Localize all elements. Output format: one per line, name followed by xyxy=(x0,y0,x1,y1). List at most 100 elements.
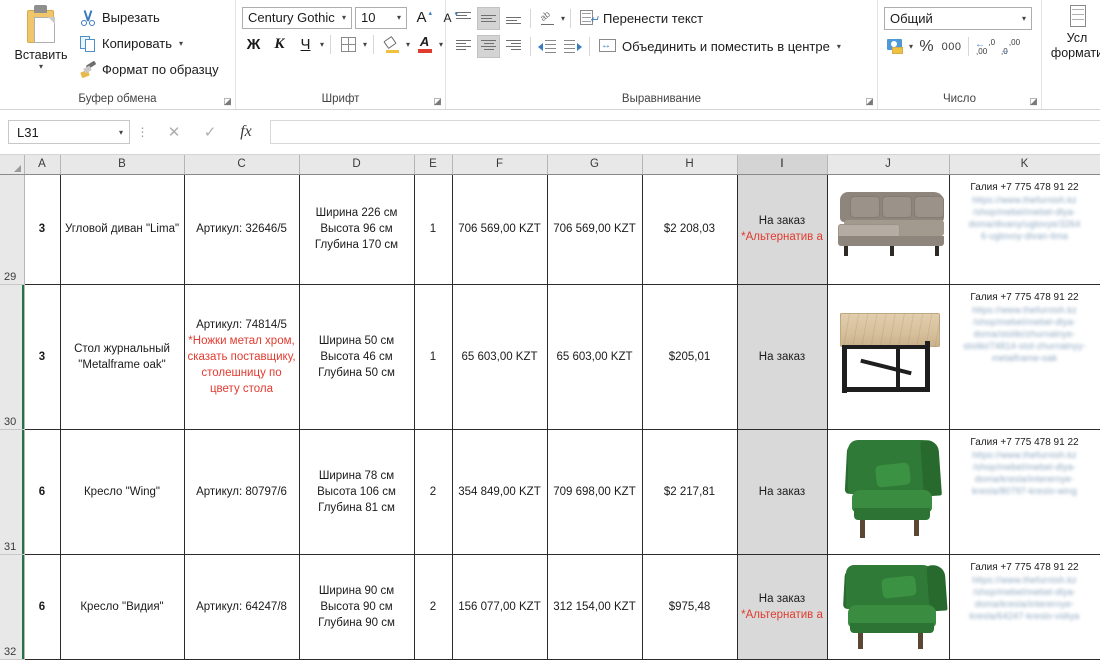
cell-K30[interactable]: Галия +7 775 478 91 22 https://www.thefu… xyxy=(948,283,1100,430)
column-header-J[interactable]: J xyxy=(827,155,950,175)
number-dialog-launcher[interactable]: ◪ xyxy=(1028,96,1039,107)
cell-E30[interactable]: 1 xyxy=(413,283,453,430)
cell-C29[interactable]: Артикул: 32646/5 xyxy=(183,173,300,285)
underline-button[interactable]: Ч xyxy=(294,33,317,56)
increase-decimal-button[interactable]: ,0,00 ← xyxy=(974,35,997,58)
clipboard-dialog-launcher[interactable]: ◪ xyxy=(222,96,233,107)
underline-dropdown-caret[interactable]: ▾ xyxy=(320,40,324,49)
cell-G32[interactable]: 312 154,00 KZT xyxy=(546,553,643,660)
number-format-combo[interactable]: Общий ▾ xyxy=(884,7,1032,30)
product-link-line[interactable]: /shop/mebel/mebel-dlya-doma/kresla/inter… xyxy=(952,586,1098,622)
fill-dropdown-caret[interactable]: ▾ xyxy=(406,40,410,49)
column-header-F[interactable]: F xyxy=(452,155,548,175)
orientation-dropdown-caret[interactable]: ▾ xyxy=(561,14,565,23)
product-link-line[interactable]: 6-uglovoy-divan-lima xyxy=(952,230,1098,242)
comma-format-button[interactable]: 000 xyxy=(940,35,963,58)
row-header-30[interactable]: 30 xyxy=(0,284,25,430)
cell-H32[interactable]: $975,48 xyxy=(641,553,738,660)
font-name-combo[interactable]: Century Gothic ▾ xyxy=(242,6,352,29)
cell-K31[interactable]: Галия +7 775 478 91 22 https://www.thefu… xyxy=(948,428,1100,555)
column-header-G[interactable]: G xyxy=(547,155,643,175)
cell-D30[interactable]: Ширина 50 см Высота 46 см Глубина 50 см xyxy=(298,283,415,430)
column-header-C[interactable]: C xyxy=(184,155,300,175)
borders-dropdown-caret[interactable]: ▾ xyxy=(363,40,367,49)
cell-K32[interactable]: Галия +7 775 478 91 22 https://www.thefu… xyxy=(948,553,1100,660)
column-header-E[interactable]: E xyxy=(414,155,453,175)
column-header-A[interactable]: A xyxy=(24,155,61,175)
column-header-H[interactable]: H xyxy=(642,155,738,175)
cell-H31[interactable]: $2 217,81 xyxy=(641,428,738,555)
confirm-entry-button[interactable]: ✓ xyxy=(192,119,228,145)
chevron-down-icon[interactable]: ▾ xyxy=(339,13,349,22)
cell-I29[interactable]: На заказ *Альтернатив а xyxy=(736,173,828,285)
cell-E29[interactable]: 1 xyxy=(413,173,453,285)
chevron-down-icon[interactable]: ▾ xyxy=(394,13,404,22)
percent-format-button[interactable]: % xyxy=(915,35,938,58)
cut-button[interactable]: Вырезать xyxy=(76,5,223,29)
cell-D32[interactable]: Ширина 90 см Высота 90 см Глубина 90 см xyxy=(298,553,415,660)
decrease-decimal-button[interactable]: ,00,0 → xyxy=(999,35,1022,58)
cell-J30[interactable] xyxy=(826,283,950,430)
select-all-corner[interactable] xyxy=(0,155,25,175)
cell-B29[interactable]: Угловой диван "Lima" xyxy=(59,173,185,285)
cell-C32[interactable]: Артикул: 64247/8 xyxy=(183,553,300,660)
cancel-entry-button[interactable]: ✕ xyxy=(156,119,192,145)
column-header-K[interactable]: K xyxy=(949,155,1100,175)
cell-A29[interactable]: 3 xyxy=(23,173,61,285)
paste-button[interactable]: Вставить ▾ xyxy=(6,3,76,71)
cell-I31[interactable]: На заказ xyxy=(736,428,828,555)
column-header-I[interactable]: I xyxy=(737,155,828,175)
column-header-D[interactable]: D xyxy=(299,155,415,175)
cell-J29[interactable] xyxy=(826,173,950,285)
format-painter-button[interactable]: Формат по образцу xyxy=(76,57,223,81)
font-color-dropdown-caret[interactable]: ▾ xyxy=(439,40,443,49)
cell-A32[interactable]: 6 xyxy=(23,553,61,660)
product-link-line[interactable]: https://www.thefurnish.kz xyxy=(952,304,1098,316)
currency-format-button[interactable] xyxy=(884,35,907,58)
cell-E31[interactable]: 2 xyxy=(413,428,453,555)
decrease-indent-button[interactable] xyxy=(536,35,559,58)
alignment-dialog-launcher[interactable]: ◪ xyxy=(864,96,875,107)
column-header-B[interactable]: B xyxy=(60,155,185,175)
cell-B31[interactable]: Кресло "Wing" xyxy=(59,428,185,555)
row-header-29[interactable]: 29 xyxy=(0,174,25,285)
cell-B30[interactable]: Стол журнальный "Metalframe oak" xyxy=(59,283,185,430)
chevron-down-icon[interactable]: ▾ xyxy=(115,128,127,137)
increase-font-size-button[interactable]: A ▴ xyxy=(410,6,433,29)
italic-button[interactable]: К xyxy=(268,33,291,56)
cell-J32[interactable] xyxy=(826,553,950,660)
cell-F29[interactable]: 706 569,00 KZT xyxy=(451,173,548,285)
align-center-button[interactable] xyxy=(477,34,500,58)
cell-K29[interactable]: Галия +7 775 478 91 22 https://www.thefu… xyxy=(948,173,1100,285)
cell-A30[interactable]: 3 xyxy=(23,283,61,430)
product-link-line[interactable]: /shop/mebel/mebel-dlya-doma/divany/uglov… xyxy=(952,206,1098,230)
conditional-formatting-button[interactable]: Усл формати xyxy=(1048,31,1100,61)
fill-color-button[interactable] xyxy=(380,33,403,56)
cell-H29[interactable]: $2 208,03 xyxy=(641,173,738,285)
align-right-button[interactable] xyxy=(502,35,525,58)
cell-J31[interactable] xyxy=(826,428,950,555)
align-bottom-button[interactable] xyxy=(502,7,525,30)
product-link-line[interactable]: https://www.thefurnish.kz xyxy=(952,574,1098,586)
cell-D31[interactable]: Ширина 78 см Высота 106 см Глубина 81 см xyxy=(298,428,415,555)
cell-D29[interactable]: Ширина 226 см Высота 96 см Глубина 170 с… xyxy=(298,173,415,285)
product-link-line[interactable]: https://www.thefurnish.kz xyxy=(952,449,1098,461)
formula-bar-handle[interactable]: ⋮ xyxy=(130,125,156,139)
currency-dropdown-caret[interactable]: ▾ xyxy=(909,42,913,51)
copy-button[interactable]: Копировать ▾ xyxy=(76,31,223,55)
align-top-button[interactable] xyxy=(452,7,475,30)
align-middle-button[interactable] xyxy=(477,6,500,30)
borders-button[interactable] xyxy=(337,33,360,56)
cell-F30[interactable]: 65 603,00 KZT xyxy=(451,283,548,430)
insert-function-button[interactable]: fx xyxy=(228,119,264,145)
orientation-button[interactable] xyxy=(536,7,559,30)
merge-center-button[interactable]: ↔ Объединить и поместить в центре ▾ xyxy=(595,34,845,58)
cell-I30[interactable]: На заказ xyxy=(736,283,828,430)
paste-dropdown-caret[interactable]: ▾ xyxy=(39,63,43,71)
row-header-31[interactable]: 31 xyxy=(0,429,25,555)
product-link-line[interactable]: https://www.thefurnish.kz xyxy=(952,194,1098,206)
cell-C31[interactable]: Артикул: 80797/6 xyxy=(183,428,300,555)
cell-H30[interactable]: $205,01 xyxy=(641,283,738,430)
cell-B32[interactable]: Кресло "Видия" xyxy=(59,553,185,660)
align-left-button[interactable] xyxy=(452,35,475,58)
